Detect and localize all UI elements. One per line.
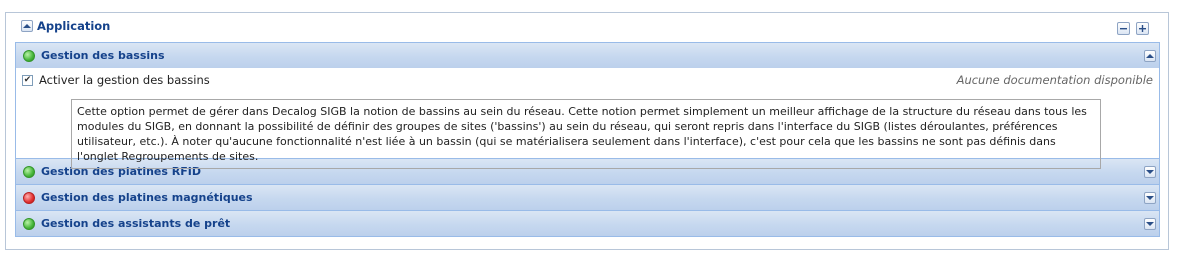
panel-header[interactable]: Gestion des platines magnétiques bbox=[16, 185, 1159, 210]
panel-title: Gestion des assistants de prêt bbox=[41, 217, 231, 230]
chevron-down-icon bbox=[1146, 195, 1154, 200]
panel-collapse-button[interactable] bbox=[1144, 49, 1156, 62]
panel-tools bbox=[1117, 22, 1149, 35]
status-green-icon bbox=[23, 217, 35, 230]
panel-expand-button[interactable] bbox=[1144, 191, 1156, 204]
fieldset-title: Application bbox=[37, 19, 111, 33]
option-label: Activer la gestion des bassins bbox=[39, 73, 210, 87]
panel-stack: Gestion des bassins ✔ Activer la gestion… bbox=[15, 42, 1160, 237]
expand-all-button[interactable] bbox=[1136, 22, 1149, 35]
fieldset-legend: Application bbox=[19, 18, 114, 34]
panel-gestion-bassins: Gestion des bassins ✔ Activer la gestion… bbox=[15, 42, 1160, 169]
panel-body: ✔ Activer la gestion des bassins Aucune … bbox=[16, 68, 1159, 169]
panel-header[interactable]: Gestion des bassins bbox=[16, 43, 1159, 68]
help-text-box: Cette option permet de gérer dans Decalo… bbox=[71, 99, 1101, 169]
status-green-icon bbox=[23, 49, 35, 62]
documentation-note: Aucune documentation disponible bbox=[956, 73, 1153, 87]
collapse-all-button[interactable] bbox=[1117, 22, 1130, 35]
panel-expand-button[interactable] bbox=[1144, 165, 1156, 178]
status-green-icon bbox=[23, 165, 35, 178]
panel-expand-button[interactable] bbox=[1144, 217, 1156, 230]
plus-icon bbox=[1139, 25, 1146, 32]
panel-title: Gestion des bassins bbox=[41, 49, 165, 62]
minus-icon bbox=[1120, 28, 1127, 30]
chevron-down-icon bbox=[1146, 221, 1154, 226]
chevron-up-icon bbox=[23, 24, 31, 28]
fieldset-collapse-button[interactable] bbox=[21, 20, 33, 32]
panel-title: Gestion des platines magnétiques bbox=[41, 191, 253, 204]
panel-platines-magnetiques: Gestion des platines magnétiques bbox=[15, 185, 1160, 211]
chevron-down-icon bbox=[1146, 169, 1154, 174]
status-red-icon bbox=[23, 191, 35, 204]
panel-assistants-pret: Gestion des assistants de prêt bbox=[15, 211, 1160, 237]
chevron-up-icon bbox=[1146, 53, 1154, 58]
activate-bassins-checkbox[interactable]: ✔ bbox=[22, 74, 33, 86]
option-row: ✔ Activer la gestion des bassins Aucune … bbox=[22, 72, 1153, 88]
panel-header[interactable]: Gestion des assistants de prêt bbox=[16, 211, 1159, 236]
